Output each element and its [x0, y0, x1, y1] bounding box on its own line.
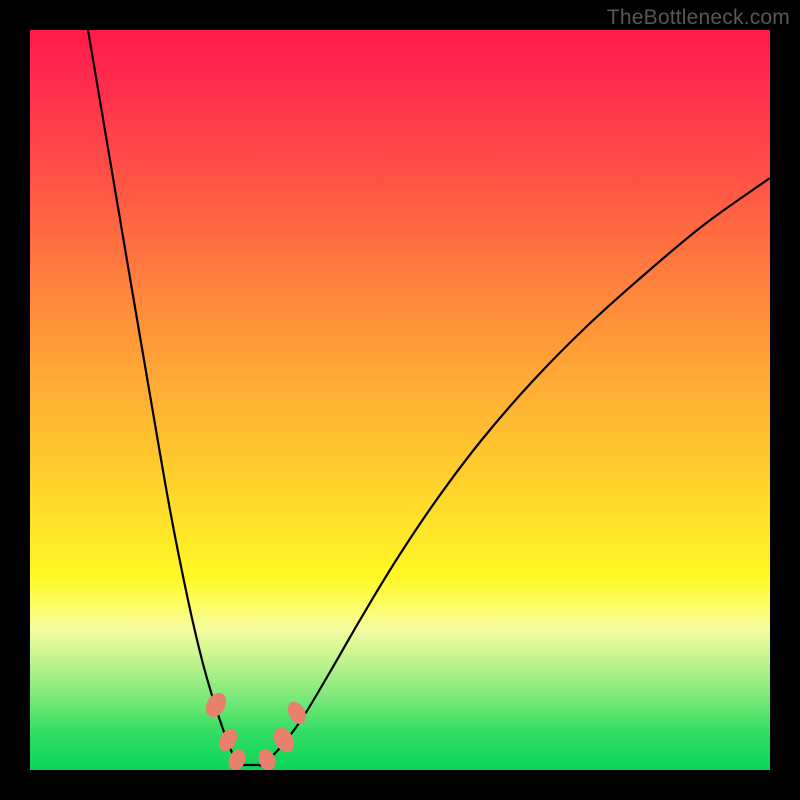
bottleneck-curve — [88, 30, 770, 766]
chart-plot-area — [30, 30, 770, 770]
bottleneck-curve-chart — [30, 30, 770, 770]
curve-marker — [256, 747, 279, 770]
curve-marker — [226, 747, 249, 770]
curve-marker — [202, 689, 231, 721]
attribution-text: TheBottleneck.com — [607, 6, 790, 30]
